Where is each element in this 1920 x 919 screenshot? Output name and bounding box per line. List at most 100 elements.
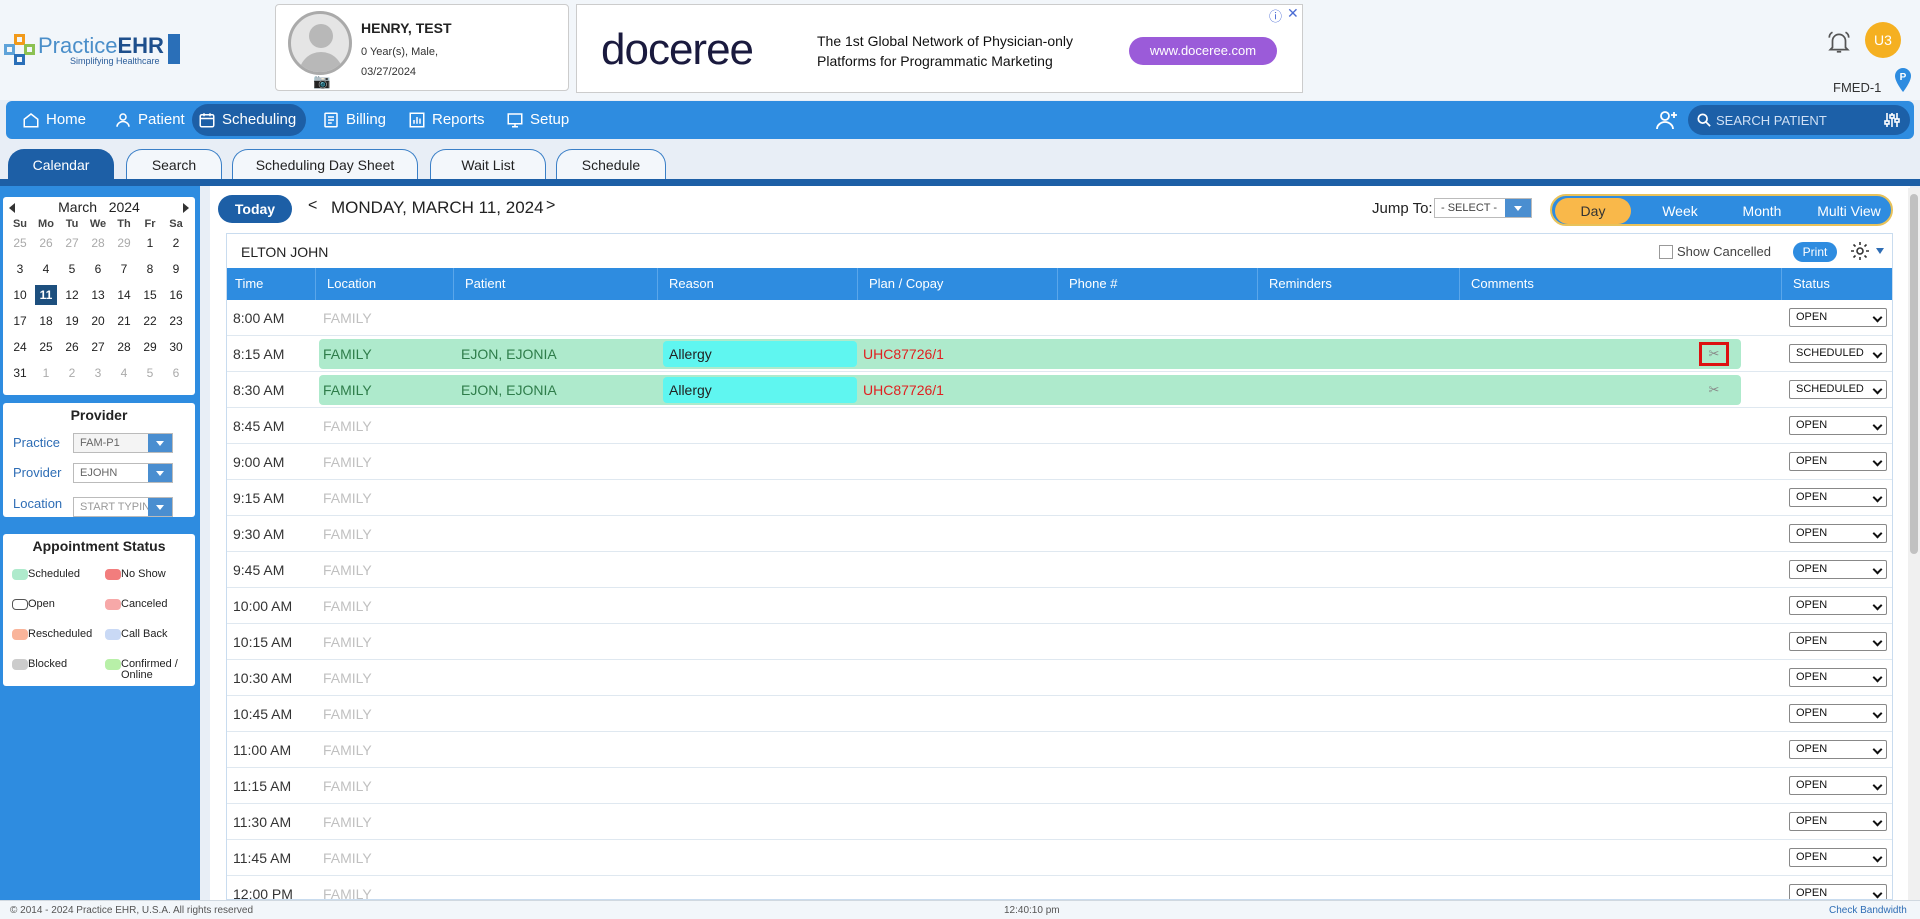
practice-select[interactable]: FAM-P1 [73, 433, 173, 453]
nav-setup[interactable]: Setup [500, 104, 569, 136]
ad-banner[interactable]: doceree The 1st Global Network of Physic… [576, 4, 1303, 93]
view-month[interactable]: Month [1724, 198, 1800, 224]
status-select[interactable]: OPEN [1789, 308, 1887, 327]
calendar-day[interactable]: 21 [113, 311, 135, 331]
filter-icon[interactable] [1884, 112, 1900, 128]
provider-select[interactable]: EJOHN [73, 463, 173, 483]
status-select[interactable]: OPEN [1789, 740, 1887, 759]
practice-ehr-logo[interactable]: PracticeEHR Simplifying Healthcare [4, 30, 180, 70]
tab-search[interactable]: Search [126, 149, 222, 179]
calendar-day[interactable]: 31 [9, 363, 31, 383]
view-multi[interactable]: Multi View [1806, 198, 1892, 224]
calendar-day[interactable]: 5 [61, 259, 83, 279]
table-row[interactable]: 8:45 AM FAMILY OPEN [227, 408, 1892, 444]
gear-icon[interactable] [1850, 241, 1870, 261]
next-day-button[interactable]: > [546, 197, 555, 215]
status-select[interactable]: OPEN [1789, 488, 1887, 507]
nav-reports[interactable]: Reports [402, 104, 485, 136]
calendar-day[interactable]: 2 [61, 363, 83, 383]
calendar-day[interactable]: 3 [9, 259, 31, 279]
show-cancelled-checkbox[interactable]: Show Cancelled [1659, 244, 1771, 259]
status-select[interactable]: OPEN [1789, 416, 1887, 435]
calendar-day[interactable]: 6 [165, 363, 187, 383]
status-select[interactable]: OPEN [1789, 524, 1887, 543]
ad-button[interactable]: www.doceree.com [1129, 37, 1277, 65]
user-avatar[interactable]: U3 [1865, 22, 1901, 58]
calendar-day[interactable]: 26 [35, 233, 57, 253]
calendar-day[interactable]: 10 [9, 285, 31, 305]
status-select[interactable]: OPEN [1789, 812, 1887, 831]
table-row[interactable]: 9:45 AM FAMILY OPEN [227, 552, 1892, 588]
calendar-day[interactable]: 18 [35, 311, 57, 331]
status-select[interactable]: OPEN [1789, 560, 1887, 579]
location-pin-icon[interactable]: P [1893, 67, 1913, 93]
cut-appointment-icon[interactable]: ✂ [1699, 342, 1729, 366]
table-row[interactable]: 11:15 AM FAMILY OPEN [227, 768, 1892, 804]
view-week[interactable]: Week [1642, 198, 1718, 224]
table-row[interactable]: 8:00 AM FAMILY OPEN [227, 300, 1892, 336]
table-row[interactable]: 12:00 PM FAMILY OPEN [227, 876, 1892, 899]
tab-schedule[interactable]: Schedule [556, 149, 666, 179]
nav-patient[interactable]: Patient [108, 104, 185, 136]
table-row[interactable]: 11:00 AM FAMILY OPEN [227, 732, 1892, 768]
calendar-day[interactable]: 29 [113, 233, 135, 253]
patient-name[interactable]: HENRY, TEST [361, 20, 452, 36]
table-row[interactable]: 9:15 AM FAMILY OPEN [227, 480, 1892, 516]
calendar-day[interactable]: 1 [139, 233, 161, 253]
scrollbar[interactable] [1908, 188, 1920, 900]
tab-scheduling-day-sheet[interactable]: Scheduling Day Sheet [232, 149, 418, 179]
ad-close-icon[interactable]: ✕ [1287, 5, 1299, 22]
table-row[interactable]: 9:30 AM FAMILY OPEN [227, 516, 1892, 552]
nav-billing[interactable]: Billing [316, 104, 386, 136]
calendar-day[interactable]: 24 [9, 337, 31, 357]
calendar-day[interactable]: 23 [165, 311, 187, 331]
patient-card[interactable]: 📷 HENRY, TEST 0 Year(s), Male, 03/27/202… [275, 4, 569, 91]
camera-icon[interactable]: 📷 [313, 73, 330, 90]
calendar-day[interactable]: 5 [139, 363, 161, 383]
table-row[interactable]: 10:15 AM FAMILY OPEN [227, 624, 1892, 660]
table-row[interactable]: 10:00 AM FAMILY OPEN [227, 588, 1892, 624]
status-select[interactable]: SCHEDULED [1789, 344, 1887, 363]
prev-day-button[interactable]: < [308, 197, 317, 215]
table-row[interactable]: 10:30 AM FAMILY OPEN [227, 660, 1892, 696]
calendar-day[interactable]: 12 [61, 285, 83, 305]
appt-patient[interactable]: EJON, EJONIA [461, 346, 557, 362]
table-row[interactable]: 8:30 AM FAMILY EJON, EJONIA Allergy UHC87726… [227, 372, 1892, 408]
status-select[interactable]: OPEN [1789, 452, 1887, 471]
table-row[interactable]: 9:00 AM FAMILY OPEN [227, 444, 1892, 480]
ad-info-icon[interactable]: ⓘ [1269, 6, 1282, 25]
table-row[interactable]: 11:30 AM FAMILY OPEN [227, 804, 1892, 840]
search-patient-input[interactable] [1716, 111, 1866, 129]
calendar-day[interactable]: 26 [61, 337, 83, 357]
calendar-day[interactable]: 16 [165, 285, 187, 305]
status-select[interactable]: SCHEDULED [1789, 380, 1887, 399]
calendar-next-icon[interactable] [183, 203, 189, 213]
cut-appointment-icon[interactable]: ✂ [1699, 378, 1729, 402]
calendar-day[interactable]: 25 [9, 233, 31, 253]
status-select[interactable]: OPEN [1789, 884, 1887, 899]
check-bandwidth-link[interactable]: Check Bandwidth [1829, 905, 1907, 916]
status-select[interactable]: OPEN [1789, 848, 1887, 867]
calendar-day[interactable]: 14 [113, 285, 135, 305]
calendar-day[interactable]: 27 [87, 337, 109, 357]
calendar-day[interactable]: 19 [61, 311, 83, 331]
calendar-day[interactable]: 28 [87, 233, 109, 253]
calendar-day[interactable]: 13 [87, 285, 109, 305]
calendar-day[interactable]: 28 [113, 337, 135, 357]
view-day[interactable]: Day [1555, 198, 1631, 224]
status-select[interactable]: OPEN [1789, 596, 1887, 615]
calendar-day[interactable]: 1 [35, 363, 57, 383]
calendar-day[interactable]: 8 [139, 259, 161, 279]
calendar-day[interactable]: 11 [35, 285, 57, 305]
print-button[interactable]: Print [1793, 242, 1837, 262]
calendar-day[interactable]: 6 [87, 259, 109, 279]
appt-patient[interactable]: EJON, EJONIA [461, 382, 557, 398]
status-select[interactable]: OPEN [1789, 704, 1887, 723]
settings-dropdown-icon[interactable] [1876, 248, 1884, 254]
status-select[interactable]: OPEN [1789, 668, 1887, 687]
today-button[interactable]: Today [218, 195, 292, 223]
patient-search[interactable] [1688, 105, 1910, 135]
calendar-day[interactable]: 27 [61, 233, 83, 253]
scrollbar-thumb[interactable] [1910, 194, 1918, 554]
tab-calendar[interactable]: Calendar [8, 149, 114, 179]
